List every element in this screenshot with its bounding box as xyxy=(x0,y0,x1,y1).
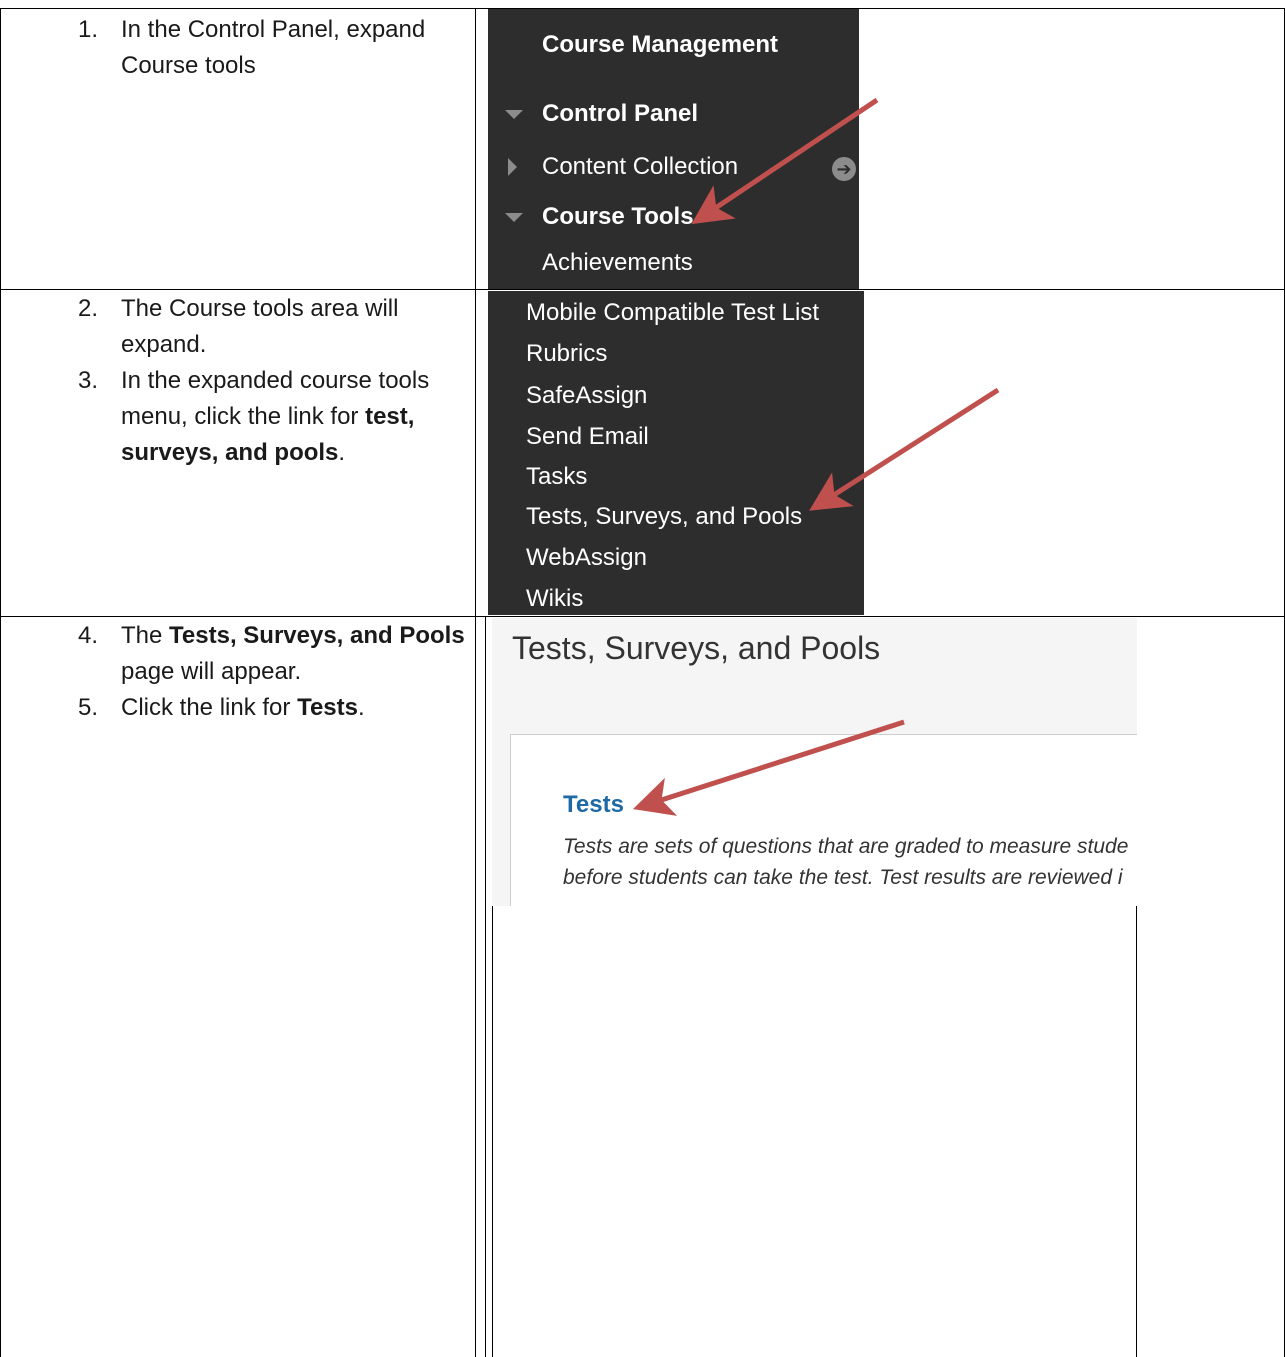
arrow-icon xyxy=(809,387,1000,511)
annotation-arrows xyxy=(632,97,1000,816)
arrow-icon xyxy=(632,719,905,816)
arrow-icon xyxy=(691,97,879,225)
